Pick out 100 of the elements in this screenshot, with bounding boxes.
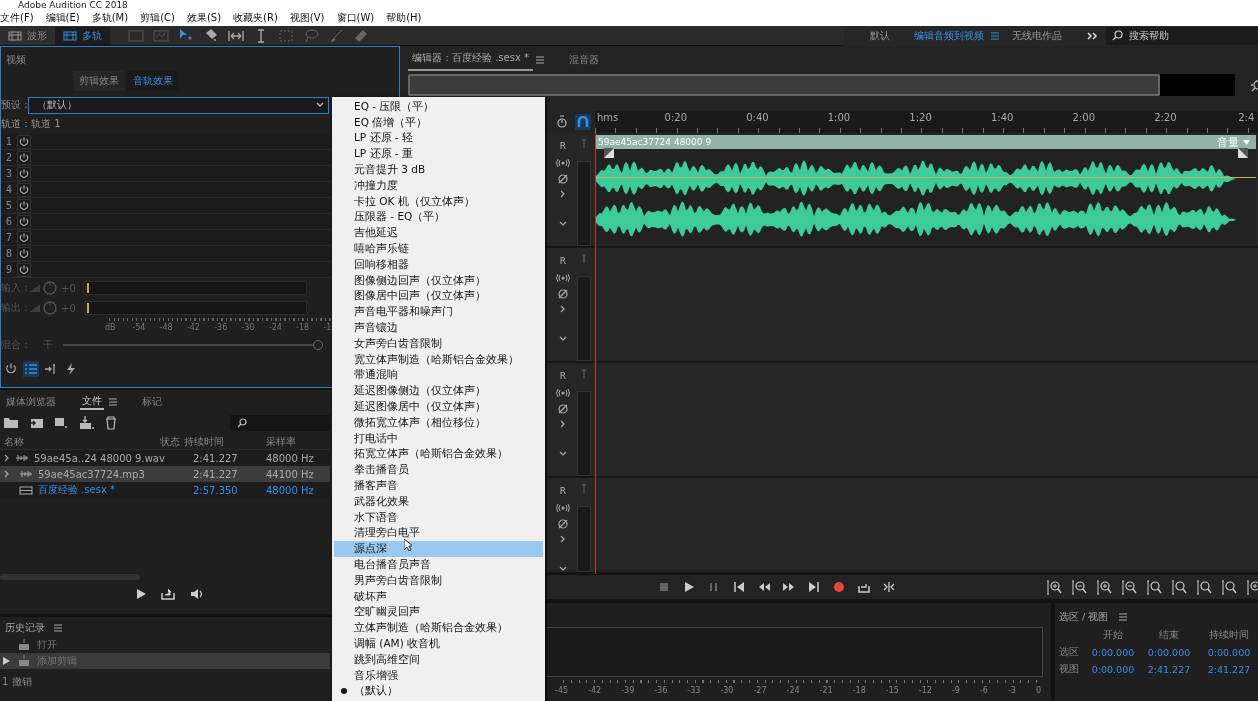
column-header[interactable]: 持续时间 bbox=[184, 434, 266, 449]
time-value[interactable]: 0:00.000 bbox=[1141, 647, 1197, 658]
menu-item[interactable]: 清理旁白电平 bbox=[334, 525, 543, 542]
menu-item[interactable]: 回响移相器 bbox=[334, 256, 543, 273]
chevron-right-icon[interactable] bbox=[560, 535, 566, 544]
menu-item[interactable]: 效果(S) bbox=[186, 11, 222, 25]
effect-slot[interactable]: 7 bbox=[1, 230, 331, 246]
power-icon[interactable] bbox=[18, 215, 30, 228]
zoom-in-icon[interactable] bbox=[1246, 579, 1258, 595]
panel-tab[interactable]: 音轨效果 bbox=[127, 71, 179, 91]
menu-item[interactable]: 水下语音 bbox=[334, 509, 543, 526]
chevron-down-icon[interactable] bbox=[559, 451, 567, 458]
zoom-icon[interactable] bbox=[1146, 579, 1162, 595]
effect-slot[interactable]: 4 bbox=[1, 182, 331, 198]
power-icon[interactable] bbox=[18, 231, 30, 244]
menu-item[interactable]: 文件(F) bbox=[0, 11, 34, 25]
stop-icon[interactable] bbox=[658, 581, 670, 594]
new-file-icon[interactable] bbox=[53, 415, 69, 431]
panel-tab[interactable]: 编辑器：百度经验 .sesx * bbox=[408, 50, 534, 71]
menu-item[interactable]: EQ 倍增（平） bbox=[334, 114, 543, 131]
power-icon[interactable] bbox=[18, 183, 30, 196]
input-icon[interactable] bbox=[556, 158, 570, 169]
magnet-icon[interactable] bbox=[577, 116, 589, 129]
timer-icon[interactable] bbox=[555, 115, 569, 130]
input-select-icon[interactable] bbox=[580, 484, 588, 495]
menu-item[interactable]: 延迟图像居中（仅立体声） bbox=[334, 399, 543, 415]
menu-item[interactable]: 吉他延迟 bbox=[334, 225, 543, 242]
menu-item[interactable]: 收藏夹(R) bbox=[233, 11, 278, 25]
fast-forward-icon[interactable] bbox=[783, 581, 795, 594]
power-icon[interactable] bbox=[18, 151, 30, 164]
menu-item[interactable]: 破坏声 bbox=[334, 588, 543, 605]
power-icon[interactable] bbox=[18, 199, 30, 212]
skip-icon[interactable] bbox=[883, 581, 895, 594]
fade-out-handle-icon[interactable] bbox=[1238, 148, 1248, 159]
menu-item[interactable]: 延迟图像侧边（仅立体声） bbox=[334, 383, 543, 400]
insert-arrow-icon[interactable] bbox=[44, 362, 58, 376]
menu-item[interactable]: 调幅 (AM) 收音机 bbox=[334, 636, 543, 652]
panel-tab[interactable]: 剪辑效果 bbox=[73, 71, 125, 91]
menu-item[interactable]: 图像侧边回声（仅立体声） bbox=[334, 272, 543, 289]
menu-item[interactable]: 压限器 - EQ（平） bbox=[334, 209, 543, 226]
input-select-icon[interactable] bbox=[580, 139, 588, 150]
panel-tab[interactable]: 混音器 bbox=[565, 52, 604, 71]
menu-item[interactable]: 卡拉 OK 机（仅立体声） bbox=[334, 193, 543, 210]
record-icon[interactable] bbox=[833, 581, 845, 594]
loop-icon[interactable] bbox=[161, 588, 175, 600]
record-arm-button[interactable]: R bbox=[559, 254, 567, 269]
record-arm-button[interactable]: R bbox=[559, 139, 567, 154]
menu-item[interactable]: 武器化效果 bbox=[334, 493, 543, 510]
chevron-right-icon[interactable] bbox=[560, 420, 566, 429]
menu-item[interactable]: 拓宽立体声（哈斯铝合金效果） bbox=[334, 446, 543, 463]
menu-item[interactable]: 立体声制造（哈斯铝合金效果） bbox=[334, 620, 543, 637]
zoom-out-icon[interactable] bbox=[1121, 579, 1137, 595]
input-icon[interactable] bbox=[556, 388, 570, 399]
input-select-icon[interactable] bbox=[580, 254, 588, 265]
menu-item[interactable]: 多轨(M) bbox=[91, 11, 129, 25]
chevron-right-icon[interactable] bbox=[560, 190, 566, 199]
time-value[interactable]: 0:00.000 bbox=[1085, 664, 1141, 675]
chevron-down-icon[interactable] bbox=[559, 221, 567, 228]
record-arm-button[interactable]: R bbox=[559, 369, 567, 384]
effect-slot[interactable]: 3 bbox=[1, 166, 331, 182]
pause-icon[interactable] bbox=[708, 581, 720, 594]
search-field[interactable] bbox=[230, 415, 330, 431]
input-icon[interactable] bbox=[556, 503, 570, 514]
menu-item[interactable]: 编辑(E) bbox=[45, 11, 80, 25]
menu-item[interactable]: 元音提升 3 dB bbox=[334, 162, 543, 178]
menu-item[interactable]: 嘻哈声乐链 bbox=[334, 241, 543, 257]
record-arm-button[interactable]: R bbox=[559, 484, 567, 499]
column-header[interactable]: 状态 bbox=[150, 434, 184, 449]
phase-icon[interactable] bbox=[557, 173, 569, 186]
menu-item[interactable]: 空旷幽灵回声 bbox=[334, 604, 543, 621]
menu-item[interactable]: 图像居中回声（仅立体声） bbox=[334, 288, 543, 305]
power-icon[interactable] bbox=[18, 135, 30, 148]
menu-item[interactable]: 打电话中 bbox=[334, 430, 543, 447]
menu-item[interactable]: 剪辑(C) bbox=[140, 11, 175, 25]
zoom-icon[interactable] bbox=[1196, 579, 1212, 595]
menu-item[interactable]: （默认） bbox=[334, 683, 543, 700]
workspace-tab[interactable]: 编辑音频到视频 bbox=[902, 28, 990, 43]
mode-button[interactable]: 波形 bbox=[0, 26, 55, 45]
mix-slider[interactable] bbox=[63, 340, 323, 350]
skip-start-icon[interactable] bbox=[733, 581, 745, 594]
effect-slot[interactable]: 6 bbox=[1, 214, 331, 230]
menu-icon[interactable] bbox=[108, 397, 118, 407]
list-icon[interactable] bbox=[24, 362, 38, 376]
search-field[interactable]: 搜索帮助 bbox=[1106, 26, 1258, 45]
menu-item[interactable]: 帮助(H) bbox=[386, 11, 422, 25]
double-chevron-icon[interactable] bbox=[1086, 30, 1098, 41]
history-item[interactable]: 打开 bbox=[0, 637, 330, 653]
effect-slot[interactable]: 2 bbox=[1, 150, 331, 166]
chevron-down-icon[interactable] bbox=[559, 336, 567, 343]
menu-item[interactable]: 电台播音员声音 bbox=[334, 557, 543, 573]
effect-slot[interactable]: 8 bbox=[1, 246, 331, 262]
skip-end-icon[interactable] bbox=[808, 581, 820, 594]
menu-item[interactable]: 源点深 bbox=[334, 541, 543, 558]
menu-item[interactable]: 声音电平器和噪声门 bbox=[334, 304, 543, 321]
menu-item[interactable]: 音乐增强 bbox=[334, 667, 543, 684]
menu-item[interactable]: 播客声音 bbox=[334, 478, 543, 494]
time-value[interactable]: 0:00.000 bbox=[1197, 647, 1258, 658]
zoom-in-icon[interactable] bbox=[1046, 579, 1062, 595]
power-icon[interactable] bbox=[4, 362, 18, 376]
chevron-right-icon[interactable] bbox=[560, 305, 566, 314]
